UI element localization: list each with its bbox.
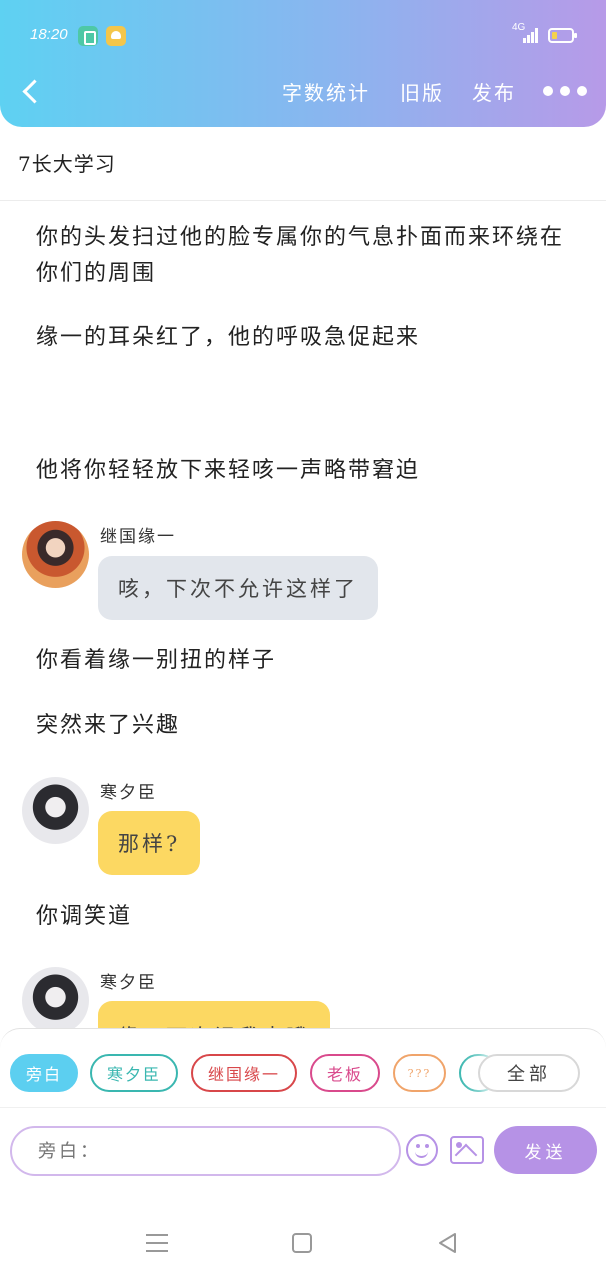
narration-text[interactable]: 突然来了兴趣: [36, 708, 576, 744]
narration-text[interactable]: 他将你轻轻放下来轻咳一声略带窘迫: [36, 453, 576, 489]
dialogue-bubble[interactable]: 咳，下次不允许这样了: [98, 556, 378, 620]
role-chip-unknown[interactable]: ???: [393, 1054, 446, 1092]
status-time: 18:20: [30, 26, 68, 43]
system-back-icon[interactable]: [436, 1232, 458, 1254]
app-notification-icon-2: [106, 26, 126, 46]
top-header: 18:20 4G 字数统计 旧版 发布: [0, 0, 606, 127]
speaker-name: 寒夕臣: [100, 973, 157, 993]
image-icon[interactable]: [450, 1136, 484, 1164]
more-options-icon[interactable]: [542, 84, 590, 98]
role-chip-narrator[interactable]: 旁白: [10, 1054, 78, 1092]
word-count-button[interactable]: 字数统计: [282, 77, 370, 106]
signal-icon: [523, 27, 539, 43]
app-notification-icon: [78, 26, 98, 46]
role-chip-boss[interactable]: 老板: [310, 1054, 380, 1092]
recent-apps-icon[interactable]: [146, 1234, 168, 1252]
dialogue-bubble[interactable]: 那样?: [98, 811, 201, 875]
avatar[interactable]: [22, 967, 89, 1034]
publish-button[interactable]: 发布: [472, 77, 516, 106]
speaker-name: 继国缘一: [100, 527, 176, 547]
narration-text[interactable]: 你的头发扫过他的脸专属你的气息扑面而来环绕在你们的周围: [36, 220, 576, 292]
old-version-button[interactable]: 旧版: [400, 77, 444, 106]
speaker-name: 寒夕臣: [100, 783, 157, 803]
message-input[interactable]: [10, 1126, 401, 1176]
role-chip-hanxichen[interactable]: 寒夕臣: [90, 1054, 178, 1092]
narration-text[interactable]: 你看着缘一别扭的样子: [36, 643, 576, 679]
avatar[interactable]: [22, 777, 89, 844]
document-title[interactable]: 7长大学习: [18, 148, 116, 177]
emoji-icon[interactable]: [406, 1134, 438, 1166]
narration-text[interactable]: 你调笑道: [36, 899, 576, 935]
role-chip-jiguo-yuanyi[interactable]: 继国缘一: [191, 1054, 297, 1092]
battery-icon: [548, 28, 577, 43]
back-icon[interactable]: [18, 76, 46, 106]
narration-text[interactable]: 缘一的耳朵红了，他的呼吸急促起来: [36, 320, 576, 356]
send-button[interactable]: 发送: [494, 1126, 597, 1174]
home-icon[interactable]: [292, 1233, 312, 1253]
divider: [0, 1107, 606, 1108]
all-roles-button[interactable]: 全部: [478, 1054, 580, 1092]
avatar[interactable]: [22, 521, 89, 588]
